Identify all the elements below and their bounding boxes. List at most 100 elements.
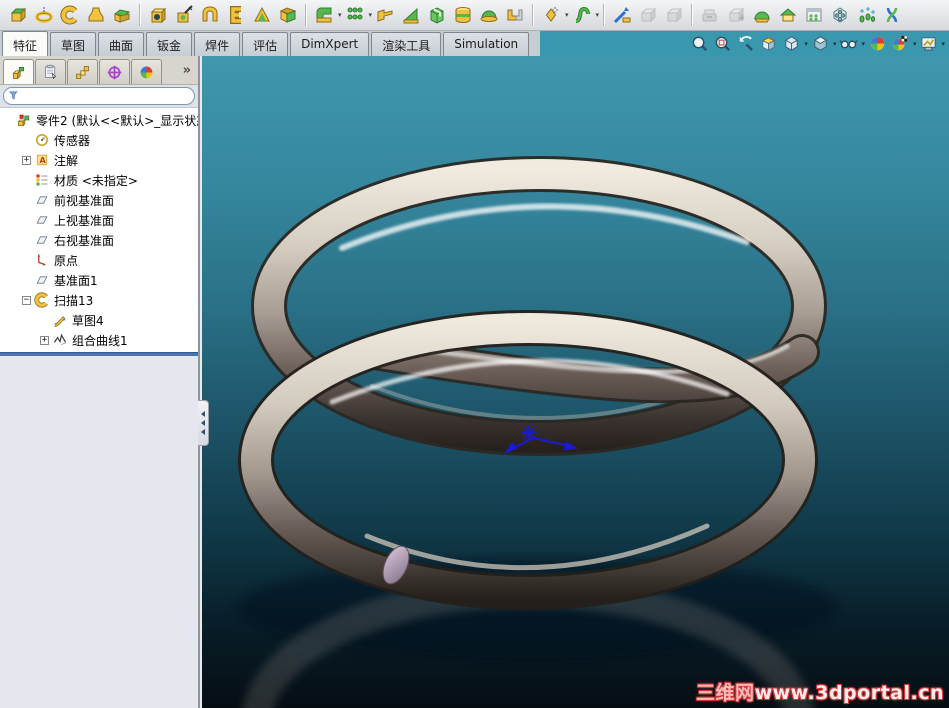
- tab-特征[interactable]: 特征: [2, 31, 49, 56]
- sparkle-dots-button[interactable]: [854, 3, 878, 27]
- reference-geometry-button[interactable]: [539, 3, 563, 27]
- fillet-icon: [316, 7, 332, 23]
- tree-filter-input[interactable]: [3, 87, 195, 105]
- extruded-cut-button[interactable]: [146, 3, 170, 27]
- apply-scene-button[interactable]: [866, 32, 889, 55]
- tree-item-注解[interactable]: + A 注解: [0, 150, 198, 170]
- tree-item-上视基准面[interactable]: 上视基准面: [0, 210, 198, 230]
- spring-model[interactable]: [202, 56, 949, 708]
- display-style-button[interactable]: [809, 32, 832, 55]
- collapse-arrow-icon: [201, 429, 205, 435]
- toolbar-separator: [603, 4, 606, 26]
- molecule-button[interactable]: [828, 3, 852, 27]
- filter-funnel-glyph: [9, 91, 18, 100]
- revolved-cut-button[interactable]: [198, 3, 222, 27]
- section-view-button[interactable]: [757, 32, 780, 55]
- view-settings-dropdown-arrow[interactable]: ▾: [913, 40, 917, 48]
- view-orientation-icon: [785, 36, 799, 51]
- manager-tab-dimxpertmanager[interactable]: [99, 59, 130, 84]
- tree-item-前视基准面[interactable]: 前视基准面: [0, 190, 198, 210]
- green-mound-button[interactable]: [750, 3, 774, 27]
- tab-渲染工具[interactable]: 渲染工具: [371, 32, 442, 56]
- revolved-boss-button[interactable]: [32, 3, 56, 27]
- tree-item-原点[interactable]: 原点: [0, 250, 198, 270]
- manager-tab-displaymanager[interactable]: [131, 59, 162, 84]
- extruded-boss-button[interactable]: [6, 3, 30, 27]
- mirror-button[interactable]: [503, 3, 527, 27]
- boundary-boss-button[interactable]: [110, 3, 134, 27]
- tab-草图[interactable]: 草图: [50, 32, 97, 56]
- realview-display-dropdown-arrow[interactable]: ▾: [941, 40, 945, 48]
- ccurve-icon: [52, 332, 68, 348]
- view-orientation-dropdown-arrow[interactable]: ▾: [804, 40, 808, 48]
- tree-expander[interactable]: +: [40, 335, 49, 345]
- curve-pair-button[interactable]: [880, 3, 904, 27]
- lofted-boss-button[interactable]: [84, 3, 108, 27]
- design-table-button[interactable]: [802, 3, 826, 27]
- tree-item-零件2 (默认<<默认>_显示状态[interactable]: 零件2 (默认<<默认>_显示状态: [0, 110, 198, 130]
- hide-show-items-dropdown-arrow[interactable]: ▾: [861, 40, 865, 48]
- tab-评估[interactable]: 评估: [242, 32, 289, 56]
- reference-geometry-dropdown-arrow[interactable]: ▾: [565, 11, 569, 19]
- manager-tab-propertymanager[interactable]: [35, 59, 66, 84]
- feature-tree: 零件2 (默认<<默认>_显示状态传感器 + A 注解材质 <未指定> 前视基准面 上视基…: [0, 108, 198, 352]
- tree-item-label: 扫描13: [54, 293, 94, 308]
- swept-boss-button[interactable]: [58, 3, 82, 27]
- wrap-button[interactable]: [451, 3, 475, 27]
- tab-DimXpert[interactable]: DimXpert: [290, 32, 370, 56]
- plane-icon: [34, 232, 50, 248]
- tree-item-草图4[interactable]: 草图4: [0, 310, 198, 330]
- previous-view-icon: [740, 36, 754, 51]
- previous-view-button[interactable]: [734, 32, 757, 55]
- tree-item-右视基准面[interactable]: 右视基准面: [0, 230, 198, 250]
- lofted-boss-icon: [88, 7, 104, 22]
- linear-pattern-dropdown-arrow[interactable]: ▾: [369, 11, 373, 19]
- rib-button[interactable]: [373, 3, 397, 27]
- view-orientation-button[interactable]: [780, 32, 803, 55]
- tree-item-label: 传感器: [54, 133, 91, 148]
- linear-pattern-button[interactable]: [343, 3, 367, 27]
- zoom-to-fit-button[interactable]: [688, 32, 711, 55]
- tree-item-传感器[interactable]: 传感器: [0, 130, 198, 150]
- green-house-button[interactable]: [776, 3, 800, 27]
- tree-item-材质 <未指定>[interactable]: 材质 <未指定>: [0, 170, 198, 190]
- gray-cube-arrow-button: [724, 3, 748, 27]
- lofted-cut-button[interactable]: [250, 3, 274, 27]
- realview-display-button[interactable]: [917, 32, 940, 55]
- tree-item-label: 材质 <未指定>: [54, 173, 138, 188]
- hide-show-items-button[interactable]: [837, 32, 860, 55]
- tab-钣金[interactable]: 钣金: [146, 32, 193, 56]
- swept-cut-button[interactable]: [224, 3, 248, 27]
- tab-Simulation[interactable]: Simulation: [443, 32, 530, 56]
- panel-collapse-handle[interactable]: [198, 400, 209, 446]
- gray-cube-2-button: [662, 3, 686, 27]
- boundary-cut-button[interactable]: [276, 3, 300, 27]
- fillet-dropdown-arrow[interactable]: ▾: [338, 11, 342, 19]
- tree-item-组合曲线1[interactable]: + 组合曲线1: [0, 330, 198, 350]
- tab-焊件[interactable]: 焊件: [194, 32, 241, 56]
- draft-button[interactable]: [399, 3, 423, 27]
- tree-item-扫描13[interactable]: − 扫描13: [0, 290, 198, 310]
- view-settings-button[interactable]: [889, 32, 912, 55]
- fillet-button[interactable]: [312, 3, 336, 27]
- instant3d-button[interactable]: [610, 3, 634, 27]
- display-style-dropdown-arrow[interactable]: ▾: [833, 40, 837, 48]
- manager-tab-configurationmanager[interactable]: [67, 59, 98, 84]
- graphics-viewport[interactable]: 三维网www.3dportal.cn: [202, 56, 949, 708]
- tree-item-基准面1[interactable]: 基准面1: [0, 270, 198, 290]
- tree-expander[interactable]: +: [22, 155, 31, 165]
- shell-button[interactable]: [425, 3, 449, 27]
- tab-曲面[interactable]: 曲面: [98, 32, 145, 56]
- tree-expander[interactable]: −: [22, 295, 31, 305]
- curves-dropdown-arrow[interactable]: ▾: [596, 11, 600, 19]
- hole-wizard-button[interactable]: [172, 3, 196, 27]
- manager-tab-featuremanager-design-tree[interactable]: [3, 59, 34, 84]
- toolbar-separator: [691, 4, 694, 26]
- watermark-url: www.3dportal.cn: [754, 682, 944, 704]
- dome-button[interactable]: [477, 3, 501, 27]
- manager-tabs-overflow[interactable]: »: [183, 63, 191, 78]
- zoom-to-area-button[interactable]: [711, 32, 734, 55]
- curves-button[interactable]: [570, 3, 594, 27]
- gray-cube-icon: [640, 7, 657, 23]
- green-house-icon: [779, 8, 797, 22]
